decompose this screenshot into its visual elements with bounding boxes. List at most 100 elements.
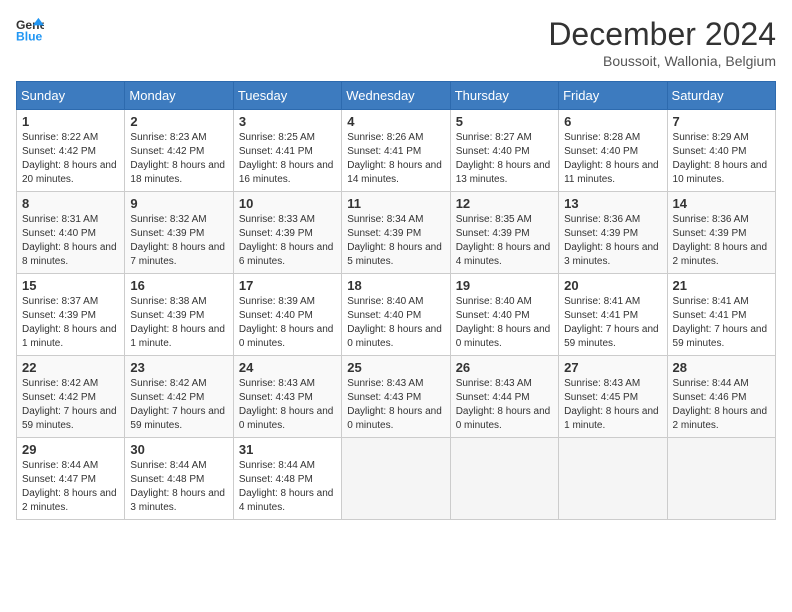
logo-icon: General Blue — [16, 16, 44, 44]
calendar-cell — [342, 438, 450, 520]
calendar-cell — [559, 438, 667, 520]
calendar-cell: 14 Sunrise: 8:36 AM Sunset: 4:39 PM Dayl… — [667, 192, 775, 274]
day-number: 1 — [22, 114, 119, 129]
day-number: 9 — [130, 196, 227, 211]
day-number: 10 — [239, 196, 336, 211]
calendar-cell: 1 Sunrise: 8:22 AM Sunset: 4:42 PM Dayli… — [17, 110, 125, 192]
day-number: 15 — [22, 278, 119, 293]
header-monday: Monday — [125, 82, 233, 110]
day-info: Sunrise: 8:33 AM Sunset: 4:39 PM Dayligh… — [239, 213, 336, 269]
calendar-cell: 10 Sunrise: 8:33 AM Sunset: 4:39 PM Dayl… — [233, 192, 341, 274]
day-info: Sunrise: 8:38 AM Sunset: 4:39 PM Dayligh… — [130, 295, 227, 351]
day-info: Sunrise: 8:43 AM Sunset: 4:43 PM Dayligh… — [347, 377, 444, 433]
day-number: 7 — [673, 114, 770, 129]
calendar-cell — [450, 438, 558, 520]
calendar-cell: 6 Sunrise: 8:28 AM Sunset: 4:40 PM Dayli… — [559, 110, 667, 192]
calendar-cell: 4 Sunrise: 8:26 AM Sunset: 4:41 PM Dayli… — [342, 110, 450, 192]
calendar-cell: 26 Sunrise: 8:43 AM Sunset: 4:44 PM Dayl… — [450, 356, 558, 438]
day-info: Sunrise: 8:37 AM Sunset: 4:39 PM Dayligh… — [22, 295, 119, 351]
calendar-cell: 13 Sunrise: 8:36 AM Sunset: 4:39 PM Dayl… — [559, 192, 667, 274]
day-number: 25 — [347, 360, 444, 375]
calendar-week-3: 15 Sunrise: 8:37 AM Sunset: 4:39 PM Dayl… — [17, 274, 776, 356]
day-number: 18 — [347, 278, 444, 293]
header-saturday: Saturday — [667, 82, 775, 110]
day-info: Sunrise: 8:44 AM Sunset: 4:48 PM Dayligh… — [130, 459, 227, 515]
day-number: 11 — [347, 196, 444, 211]
calendar-cell: 3 Sunrise: 8:25 AM Sunset: 4:41 PM Dayli… — [233, 110, 341, 192]
calendar-cell: 27 Sunrise: 8:43 AM Sunset: 4:45 PM Dayl… — [559, 356, 667, 438]
day-info: Sunrise: 8:44 AM Sunset: 4:47 PM Dayligh… — [22, 459, 119, 515]
day-number: 20 — [564, 278, 661, 293]
calendar-cell: 21 Sunrise: 8:41 AM Sunset: 4:41 PM Dayl… — [667, 274, 775, 356]
day-info: Sunrise: 8:39 AM Sunset: 4:40 PM Dayligh… — [239, 295, 336, 351]
title-block: December 2024 Boussoit, Wallonia, Belgiu… — [548, 16, 776, 69]
calendar-cell: 9 Sunrise: 8:32 AM Sunset: 4:39 PM Dayli… — [125, 192, 233, 274]
calendar-cell: 28 Sunrise: 8:44 AM Sunset: 4:46 PM Dayl… — [667, 356, 775, 438]
calendar-cell: 25 Sunrise: 8:43 AM Sunset: 4:43 PM Dayl… — [342, 356, 450, 438]
day-info: Sunrise: 8:28 AM Sunset: 4:40 PM Dayligh… — [564, 131, 661, 187]
day-number: 5 — [456, 114, 553, 129]
day-number: 3 — [239, 114, 336, 129]
calendar-cell: 15 Sunrise: 8:37 AM Sunset: 4:39 PM Dayl… — [17, 274, 125, 356]
calendar-cell: 24 Sunrise: 8:43 AM Sunset: 4:43 PM Dayl… — [233, 356, 341, 438]
day-info: Sunrise: 8:25 AM Sunset: 4:41 PM Dayligh… — [239, 131, 336, 187]
day-number: 13 — [564, 196, 661, 211]
calendar-cell: 31 Sunrise: 8:44 AM Sunset: 4:48 PM Dayl… — [233, 438, 341, 520]
day-info: Sunrise: 8:44 AM Sunset: 4:46 PM Dayligh… — [673, 377, 770, 433]
day-info: Sunrise: 8:43 AM Sunset: 4:43 PM Dayligh… — [239, 377, 336, 433]
page-header: General Blue General Blue December 2024 … — [16, 16, 776, 69]
calendar-cell: 19 Sunrise: 8:40 AM Sunset: 4:40 PM Dayl… — [450, 274, 558, 356]
day-info: Sunrise: 8:42 AM Sunset: 4:42 PM Dayligh… — [130, 377, 227, 433]
day-info: Sunrise: 8:36 AM Sunset: 4:39 PM Dayligh… — [673, 213, 770, 269]
calendar-header-row: SundayMondayTuesdayWednesdayThursdayFrid… — [17, 82, 776, 110]
header-thursday: Thursday — [450, 82, 558, 110]
header-tuesday: Tuesday — [233, 82, 341, 110]
day-number: 28 — [673, 360, 770, 375]
calendar-cell: 23 Sunrise: 8:42 AM Sunset: 4:42 PM Dayl… — [125, 356, 233, 438]
day-number: 8 — [22, 196, 119, 211]
day-info: Sunrise: 8:27 AM Sunset: 4:40 PM Dayligh… — [456, 131, 553, 187]
day-info: Sunrise: 8:29 AM Sunset: 4:40 PM Dayligh… — [673, 131, 770, 187]
calendar-table: SundayMondayTuesdayWednesdayThursdayFrid… — [16, 81, 776, 520]
calendar-cell: 16 Sunrise: 8:38 AM Sunset: 4:39 PM Dayl… — [125, 274, 233, 356]
day-number: 21 — [673, 278, 770, 293]
day-number: 2 — [130, 114, 227, 129]
calendar-cell: 29 Sunrise: 8:44 AM Sunset: 4:47 PM Dayl… — [17, 438, 125, 520]
header-friday: Friday — [559, 82, 667, 110]
day-info: Sunrise: 8:22 AM Sunset: 4:42 PM Dayligh… — [22, 131, 119, 187]
calendar-cell: 8 Sunrise: 8:31 AM Sunset: 4:40 PM Dayli… — [17, 192, 125, 274]
day-info: Sunrise: 8:40 AM Sunset: 4:40 PM Dayligh… — [456, 295, 553, 351]
day-number: 6 — [564, 114, 661, 129]
day-info: Sunrise: 8:41 AM Sunset: 4:41 PM Dayligh… — [673, 295, 770, 351]
calendar-cell: 18 Sunrise: 8:40 AM Sunset: 4:40 PM Dayl… — [342, 274, 450, 356]
day-info: Sunrise: 8:36 AM Sunset: 4:39 PM Dayligh… — [564, 213, 661, 269]
day-number: 12 — [456, 196, 553, 211]
day-number: 31 — [239, 442, 336, 457]
day-info: Sunrise: 8:43 AM Sunset: 4:45 PM Dayligh… — [564, 377, 661, 433]
calendar-cell: 22 Sunrise: 8:42 AM Sunset: 4:42 PM Dayl… — [17, 356, 125, 438]
logo: General Blue General Blue — [16, 16, 44, 44]
day-info: Sunrise: 8:26 AM Sunset: 4:41 PM Dayligh… — [347, 131, 444, 187]
day-info: Sunrise: 8:42 AM Sunset: 4:42 PM Dayligh… — [22, 377, 119, 433]
day-number: 4 — [347, 114, 444, 129]
day-number: 29 — [22, 442, 119, 457]
day-info: Sunrise: 8:40 AM Sunset: 4:40 PM Dayligh… — [347, 295, 444, 351]
calendar-cell: 20 Sunrise: 8:41 AM Sunset: 4:41 PM Dayl… — [559, 274, 667, 356]
calendar-week-5: 29 Sunrise: 8:44 AM Sunset: 4:47 PM Dayl… — [17, 438, 776, 520]
day-number: 16 — [130, 278, 227, 293]
day-info: Sunrise: 8:34 AM Sunset: 4:39 PM Dayligh… — [347, 213, 444, 269]
calendar-week-2: 8 Sunrise: 8:31 AM Sunset: 4:40 PM Dayli… — [17, 192, 776, 274]
calendar-cell — [667, 438, 775, 520]
day-info: Sunrise: 8:43 AM Sunset: 4:44 PM Dayligh… — [456, 377, 553, 433]
day-info: Sunrise: 8:32 AM Sunset: 4:39 PM Dayligh… — [130, 213, 227, 269]
location: Boussoit, Wallonia, Belgium — [548, 53, 776, 69]
day-number: 27 — [564, 360, 661, 375]
calendar-cell: 12 Sunrise: 8:35 AM Sunset: 4:39 PM Dayl… — [450, 192, 558, 274]
header-sunday: Sunday — [17, 82, 125, 110]
day-number: 22 — [22, 360, 119, 375]
svg-text:Blue: Blue — [16, 29, 43, 43]
day-number: 17 — [239, 278, 336, 293]
calendar-cell: 2 Sunrise: 8:23 AM Sunset: 4:42 PM Dayli… — [125, 110, 233, 192]
day-info: Sunrise: 8:35 AM Sunset: 4:39 PM Dayligh… — [456, 213, 553, 269]
calendar-cell: 11 Sunrise: 8:34 AM Sunset: 4:39 PM Dayl… — [342, 192, 450, 274]
